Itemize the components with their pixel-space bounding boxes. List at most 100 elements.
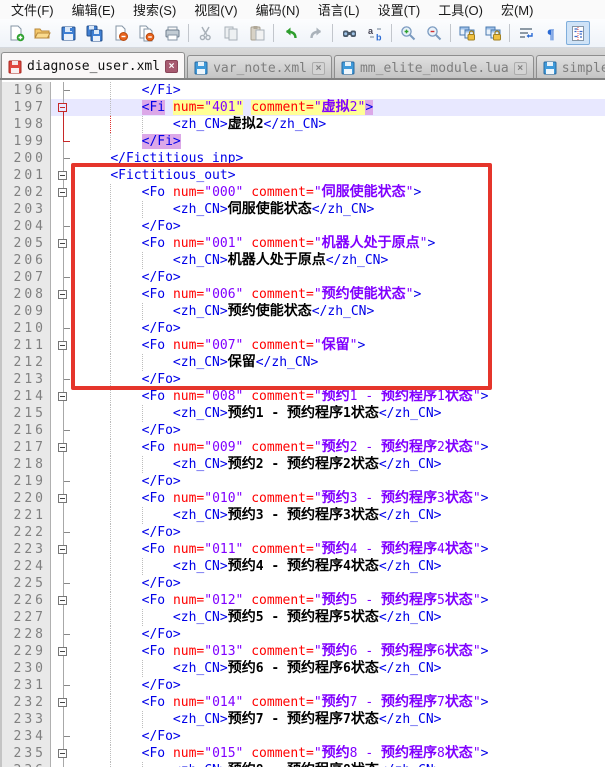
code-line-234[interactable]: 234 </Fo>: [2, 728, 605, 745]
code-text[interactable]: <zh_CN>预约3 - 预约程序3状态</zh_CN>: [75, 507, 605, 524]
fold-collapse-icon[interactable]: [58, 392, 67, 401]
code-line-203[interactable]: 203 <zh_CN>伺服使能状态</zh_CN>: [2, 201, 605, 218]
code-line-221[interactable]: 221 <zh_CN>预约3 - 预约程序3状态</zh_CN>: [2, 507, 605, 524]
find-button[interactable]: [337, 21, 361, 45]
code-line-196[interactable]: 196 </Fi>: [2, 82, 605, 99]
copy-button[interactable]: [219, 21, 243, 45]
line-number[interactable]: 198: [2, 116, 51, 133]
close-tab-icon[interactable]: ×: [165, 60, 178, 73]
line-number[interactable]: 227: [2, 609, 51, 626]
close-file-button[interactable]: [108, 21, 132, 45]
tab-var-note-xml[interactable]: var_note.xml×: [187, 55, 332, 80]
line-number[interactable]: 202: [2, 184, 51, 201]
fold-collapse-icon[interactable]: [58, 749, 67, 758]
code-line-209[interactable]: 209 <zh_CN>预约使能状态</zh_CN>: [2, 303, 605, 320]
code-line-202[interactable]: 202 <Fo num="000" comment="伺服使能状态">: [2, 184, 605, 201]
fold-margin[interactable]: [51, 609, 75, 626]
code-text[interactable]: <zh_CN>预约8 - 预约程序8状态</zh_CN>: [75, 762, 605, 767]
fold-margin[interactable]: [51, 439, 75, 456]
fold-margin[interactable]: [51, 150, 75, 167]
code-text[interactable]: <zh_CN>预约4 - 预约程序4状态</zh_CN>: [75, 558, 605, 575]
fold-collapse-icon[interactable]: [58, 188, 67, 197]
code-line-206[interactable]: 206 <zh_CN>机器人处于原点</zh_CN>: [2, 252, 605, 269]
code-text[interactable]: </Fo>: [75, 626, 605, 643]
code-text[interactable]: <zh_CN>预约6 - 预约程序6状态</zh_CN>: [75, 660, 605, 677]
fold-margin[interactable]: [51, 218, 75, 235]
code-line-216[interactable]: 216 </Fo>: [2, 422, 605, 439]
code-text[interactable]: <zh_CN>预约1 - 预约程序1状态</zh_CN>: [75, 405, 605, 422]
code-line-205[interactable]: 205 <Fo num="001" comment="机器人处于原点">: [2, 235, 605, 252]
code-line-212[interactable]: 212 <zh_CN>保留</zh_CN>: [2, 354, 605, 371]
line-number[interactable]: 220: [2, 490, 51, 507]
code-line-231[interactable]: 231 </Fo>: [2, 677, 605, 694]
line-number[interactable]: 204: [2, 218, 51, 235]
code-text[interactable]: <Fo num="006" comment="预约使能状态">: [75, 286, 605, 303]
code-line-217[interactable]: 217 <Fo num="009" comment="预约2 - 预约程序2状态…: [2, 439, 605, 456]
line-number[interactable]: 218: [2, 456, 51, 473]
line-number[interactable]: 224: [2, 558, 51, 575]
zoom-out-button[interactable]: [422, 21, 446, 45]
menu-tools[interactable]: 工具(O): [429, 0, 492, 19]
line-number[interactable]: 217: [2, 439, 51, 456]
code-line-213[interactable]: 213 </Fo>: [2, 371, 605, 388]
code-text[interactable]: <Fo num="012" comment="预约5 - 预约程序5状态">: [75, 592, 605, 609]
fold-margin[interactable]: [51, 745, 75, 762]
fold-margin[interactable]: [51, 626, 75, 643]
word-wrap-button[interactable]: [514, 21, 538, 45]
code-line-233[interactable]: 233 <zh_CN>预约7 - 预约程序7状态</zh_CN>: [2, 711, 605, 728]
code-line-223[interactable]: 223 <Fo num="011" comment="预约4 - 预约程序4状态…: [2, 541, 605, 558]
fold-margin[interactable]: [51, 524, 75, 541]
code-text[interactable]: <Fo num="010" comment="预约3 - 预约程序3状态">: [75, 490, 605, 507]
fold-margin[interactable]: [51, 116, 75, 133]
code-text[interactable]: </Fictitious_inp>: [75, 150, 605, 167]
fold-margin[interactable]: [51, 371, 75, 388]
code-text[interactable]: <zh_CN>机器人处于原点</zh_CN>: [75, 252, 605, 269]
fold-margin[interactable]: [51, 269, 75, 286]
tab-simple[interactable]: simple: [536, 55, 605, 80]
line-number[interactable]: 197: [2, 99, 51, 116]
line-number[interactable]: 203: [2, 201, 51, 218]
fold-collapse-icon[interactable]: [58, 647, 67, 656]
line-number[interactable]: 208: [2, 286, 51, 303]
line-number[interactable]: 232: [2, 694, 51, 711]
code-line-225[interactable]: 225 </Fo>: [2, 575, 605, 592]
fold-margin[interactable]: [51, 201, 75, 218]
code-line-229[interactable]: 229 <Fo num="013" comment="预约6 - 预约程序6状态…: [2, 643, 605, 660]
fold-margin[interactable]: [51, 167, 75, 184]
sync-vertical-scroll-button[interactable]: [455, 21, 479, 45]
tab-diagnose-user-xml[interactable]: diagnose_user.xml×: [1, 52, 185, 80]
menu-view[interactable]: 视图(V): [185, 0, 246, 19]
menu-encoding[interactable]: 编码(N): [247, 0, 309, 19]
line-number[interactable]: 228: [2, 626, 51, 643]
fold-margin[interactable]: [51, 575, 75, 592]
fold-margin[interactable]: [51, 184, 75, 201]
code-text[interactable]: </Fo>: [75, 218, 605, 235]
code-line-197[interactable]: 197 <Fi num="401" comment="虚拟2">: [2, 99, 605, 116]
line-number[interactable]: 196: [2, 82, 51, 99]
code-text[interactable]: <Fo num="007" comment="保留">: [75, 337, 605, 354]
fold-margin[interactable]: [51, 252, 75, 269]
fold-margin[interactable]: [51, 728, 75, 745]
paste-button[interactable]: [245, 21, 269, 45]
menu-macro[interactable]: 宏(M): [492, 0, 543, 19]
fold-collapse-icon[interactable]: [58, 290, 67, 299]
line-number[interactable]: 216: [2, 422, 51, 439]
code-line-204[interactable]: 204 </Fo>: [2, 218, 605, 235]
code-line-236[interactable]: 236 <zh_CN>预约8 - 预约程序8状态</zh_CN>: [2, 762, 605, 767]
fold-collapse-icon[interactable]: [58, 698, 67, 707]
fold-margin[interactable]: [51, 456, 75, 473]
code-text[interactable]: </Fo>: [75, 575, 605, 592]
code-text[interactable]: </Fo>: [75, 422, 605, 439]
code-line-228[interactable]: 228 </Fo>: [2, 626, 605, 643]
code-text[interactable]: </Fo>: [75, 320, 605, 337]
code-line-224[interactable]: 224 <zh_CN>预约4 - 预约程序4状态</zh_CN>: [2, 558, 605, 575]
fold-margin[interactable]: [51, 422, 75, 439]
fold-margin[interactable]: [51, 592, 75, 609]
fold-margin[interactable]: [51, 490, 75, 507]
code-line-200[interactable]: 200 </Fictitious_inp>: [2, 150, 605, 167]
code-text[interactable]: </Fo>: [75, 473, 605, 490]
code-text[interactable]: <zh_CN>预约使能状态</zh_CN>: [75, 303, 605, 320]
cut-button[interactable]: [193, 21, 217, 45]
undo-button[interactable]: [278, 21, 302, 45]
code-text[interactable]: </Fo>: [75, 677, 605, 694]
